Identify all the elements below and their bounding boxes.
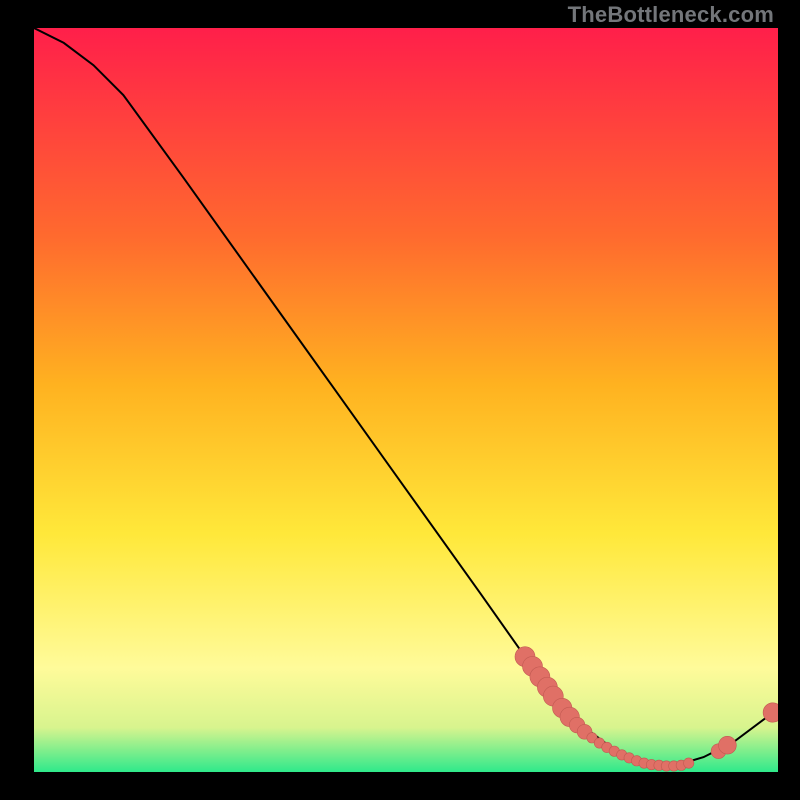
gradient-background [34, 28, 778, 772]
chart-stage: TheBottleneck.com [0, 0, 800, 800]
data-marker [684, 758, 694, 768]
chart-svg [34, 28, 778, 772]
data-marker [719, 736, 737, 754]
plot-area [34, 28, 778, 772]
watermark-text: TheBottleneck.com [568, 2, 774, 28]
